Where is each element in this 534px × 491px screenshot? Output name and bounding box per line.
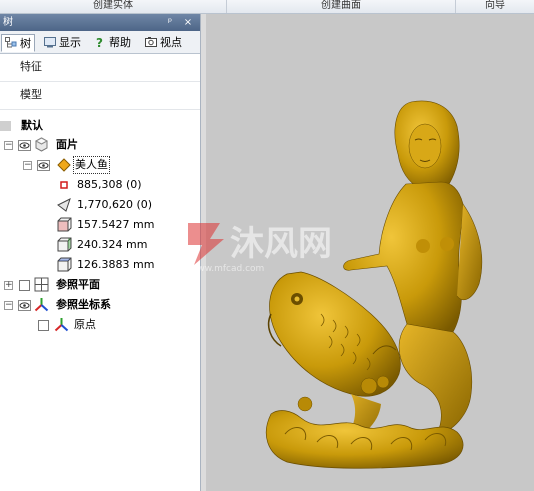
tree-row-mermaid[interactable]: − 美人鱼 xyxy=(0,155,200,175)
mesh-icon xyxy=(34,137,49,152)
collapse-icon[interactable]: − xyxy=(4,301,13,310)
tab-help-label: 帮助 xyxy=(109,36,131,49)
expand-icon[interactable]: + xyxy=(4,281,13,290)
dimension-x-value: 157.5427 mm xyxy=(77,218,155,231)
tree-row-dim-x: 157.5427 mm xyxy=(0,215,200,235)
tree-row-points: 885,308 (0) xyxy=(0,175,200,195)
tab-display[interactable]: 显示 xyxy=(41,34,84,52)
watermark-logo: 沐风网 www.mfcad.com xyxy=(188,223,332,273)
triangles-count: 1,770,620 (0) xyxy=(77,198,153,211)
tree-label-origin: 原点 xyxy=(74,318,96,331)
collapse-icon[interactable]: − xyxy=(4,141,13,150)
tree-row-origin[interactable]: 原点 xyxy=(0,315,200,335)
ref-plane-checkbox[interactable] xyxy=(19,280,30,291)
tree-row-dim-y: 240.324 mm xyxy=(0,235,200,255)
tree-label-faces: 面片 xyxy=(56,138,78,151)
dimension-y-value: 240.324 mm xyxy=(77,238,148,251)
ribbon-tab-wizard[interactable]: 向导 xyxy=(456,0,534,13)
tab-help[interactable]: ? 帮助 xyxy=(91,34,134,52)
origin-checkbox[interactable] xyxy=(38,320,49,331)
dimension-z-value: 126.3883 mm xyxy=(77,258,155,271)
tab-viewpoint[interactable]: 视点 xyxy=(142,34,185,52)
tree-row-faces[interactable]: − 面片 xyxy=(0,135,200,155)
dimension-z-icon xyxy=(57,257,72,272)
plane-icon xyxy=(34,277,49,292)
tree-label-ref-plane: 参照平面 xyxy=(56,278,100,291)
section-model[interactable]: 模型 xyxy=(0,82,200,110)
display-icon xyxy=(44,37,56,48)
eye-icon[interactable] xyxy=(18,140,31,151)
coordinate-system-icon xyxy=(34,298,49,312)
tree-row-default[interactable]: 默认 xyxy=(0,116,200,136)
tree-label-ref-coord: 参照坐标系 xyxy=(56,298,111,311)
points-count: 885,308 (0) xyxy=(77,178,142,191)
tree-label-mermaid: 美人鱼 xyxy=(73,156,110,174)
origin-axes-icon xyxy=(54,318,69,332)
svg-text:?: ? xyxy=(96,36,103,48)
point-icon xyxy=(60,181,68,189)
collapse-icon[interactable]: − xyxy=(23,161,32,170)
eye-icon[interactable] xyxy=(37,160,50,171)
ribbon-tab-create-surface[interactable]: 创建曲面 xyxy=(227,0,456,13)
dimension-y-icon xyxy=(57,237,72,252)
tree-row-ref-coord[interactable]: − 参照坐标系 xyxy=(0,295,200,315)
tree-icon xyxy=(5,37,17,48)
close-icon[interactable]: × xyxy=(181,14,195,31)
watermark-text: 沐风网 xyxy=(230,224,332,264)
tab-tree[interactable]: 树 xyxy=(1,34,35,52)
watermark-url: www.mfcad.com xyxy=(190,264,264,273)
tree-row-ref-plane[interactable]: + 参照平面 xyxy=(0,275,200,295)
viewpoint-icon xyxy=(145,37,157,47)
panel-tabs: 树 显示 ? 帮助 视点 xyxy=(0,31,200,54)
panel-title-bar: 树 ᵖ × xyxy=(0,14,200,31)
tree-label-default: 默认 xyxy=(21,119,43,132)
mesh-object-icon xyxy=(57,158,71,172)
help-icon: ? xyxy=(96,36,103,48)
dimension-x-icon xyxy=(57,217,72,232)
tab-viewpoint-label: 视点 xyxy=(160,36,182,49)
section-feature[interactable]: 特征 xyxy=(0,54,200,82)
triangle-icon xyxy=(57,198,71,212)
panel-title: 树 xyxy=(3,17,13,28)
tree-row-triangles: 1,770,620 (0) xyxy=(0,195,200,215)
ribbon-bar: 创建实体 创建曲面 向导 xyxy=(0,0,534,14)
tab-tree-label: 树 xyxy=(20,37,31,50)
pin-icon[interactable]: ᵖ xyxy=(163,14,177,31)
default-node-icon xyxy=(0,121,11,131)
tab-display-label: 显示 xyxy=(59,36,81,49)
tree-row-dim-z: 126.3883 mm xyxy=(0,255,200,275)
eye-icon[interactable] xyxy=(18,300,31,311)
ribbon-tab-create-solid[interactable]: 创建实体 xyxy=(0,0,227,13)
